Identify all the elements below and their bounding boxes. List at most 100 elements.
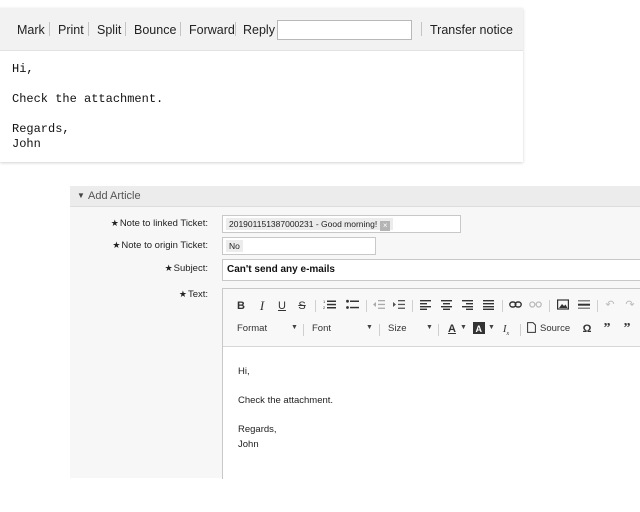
quote-icon[interactable]: ”: [620, 322, 634, 336]
editor-line-blank: [238, 380, 333, 395]
font-dropdown[interactable]: Font: [312, 323, 331, 334]
format-dropdown[interactable]: Format: [237, 323, 267, 334]
rich-text-editor: B I U S 12 ↶ ↷ Format ▼ Font ▼ Size ▼ A …: [222, 288, 640, 479]
divider: [412, 300, 413, 312]
text-label: ★Text:: [179, 289, 208, 300]
divider: [549, 300, 550, 312]
divider: [180, 22, 181, 36]
text-label-text: Text:: [187, 289, 208, 300]
text-color-icon[interactable]: A: [445, 322, 459, 336]
size-dropdown[interactable]: Size: [388, 323, 406, 334]
add-article-title: Add Article: [88, 190, 141, 202]
add-article-header[interactable]: ▼ Add Article: [70, 186, 640, 207]
editor-line: John: [238, 438, 259, 450]
divider: [520, 324, 521, 336]
editor-line: Regards,: [238, 424, 277, 435]
source-icon[interactable]: [526, 322, 536, 336]
note-origin-label-text: Note to origin Ticket:: [121, 240, 208, 251]
link-icon[interactable]: [508, 299, 522, 313]
underline-icon[interactable]: U: [276, 299, 288, 313]
editor-toolbar: B I U S 12 ↶ ↷ Format ▼ Font ▼ Size ▼ A …: [223, 289, 640, 347]
divider: [379, 324, 380, 336]
subject-field[interactable]: Can't send any e-mails: [222, 259, 640, 281]
remove-format-icon[interactable]: Ix: [499, 322, 513, 337]
mark-action[interactable]: Mark: [17, 23, 45, 37]
bulleted-list-icon[interactable]: [345, 299, 359, 313]
article-line: Hi,: [12, 62, 34, 76]
undo-icon[interactable]: ↶: [603, 298, 617, 312]
asterisk-icon: ★: [178, 289, 187, 299]
article-line: Check the attachment.: [12, 92, 164, 106]
divider: [303, 324, 304, 336]
source-button[interactable]: Source: [540, 323, 570, 334]
triangle-down-icon[interactable]: ▼: [77, 191, 85, 200]
reply-action[interactable]: Reply: [243, 23, 275, 37]
align-center-icon[interactable]: [439, 299, 453, 313]
add-article-panel: ▼ Add Article ★Note to linked Ticket: 20…: [70, 186, 640, 479]
editor-line: Check the attachment.: [238, 395, 334, 406]
note-linked-label: ★Note to linked Ticket:: [111, 218, 208, 229]
horizontal-rule-icon[interactable]: [577, 299, 591, 313]
note-linked-field[interactable]: 201901151387000231 - Good morning! ×: [222, 215, 461, 233]
editor-line: Hi,: [238, 366, 250, 377]
svg-text:A: A: [476, 324, 483, 334]
article-action-bar: Mark Print Split Bounce Forward Reply Tr…: [0, 8, 523, 51]
divider: [438, 324, 439, 336]
special-character-icon[interactable]: Ω: [580, 322, 594, 336]
note-origin-field[interactable]: No: [222, 237, 376, 255]
note-origin-label: ★Note to origin Ticket:: [112, 240, 208, 251]
asterisk-icon: ★: [164, 263, 173, 273]
italic-icon[interactable]: I: [256, 299, 268, 313]
chevron-down-icon: ▼: [366, 324, 373, 331]
bounce-action[interactable]: Bounce: [134, 23, 176, 37]
outdent-icon[interactable]: [372, 299, 386, 313]
blockquote-icon[interactable]: ”: [600, 322, 614, 336]
background-color-icon[interactable]: A: [472, 322, 486, 336]
subject-value: Can't send any e-mails: [227, 264, 335, 275]
divider: [315, 300, 316, 312]
editor-line-blank: [238, 409, 333, 424]
divider: [366, 300, 367, 312]
editor-content[interactable]: Hi, Check the attachment. Regards, John: [238, 365, 333, 452]
chevron-down-icon: ▼: [460, 324, 467, 331]
align-right-icon[interactable]: [460, 299, 474, 313]
redo-icon[interactable]: ↷: [623, 298, 637, 312]
close-icon[interactable]: ×: [380, 221, 391, 231]
article-line: Regards,: [12, 122, 70, 136]
asterisk-icon: ★: [110, 218, 119, 228]
svg-text:2: 2: [323, 305, 326, 310]
image-icon[interactable]: [556, 299, 570, 313]
forward-action[interactable]: Forward: [189, 23, 235, 37]
strikethrough-icon[interactable]: S: [296, 299, 308, 313]
split-action[interactable]: Split: [97, 23, 121, 37]
article-line: John: [12, 137, 41, 151]
unlink-icon[interactable]: [528, 299, 542, 313]
reply-template-select[interactable]: [277, 20, 412, 40]
align-left-icon[interactable]: [418, 299, 432, 313]
chevron-down-icon: ▼: [426, 324, 433, 331]
chevron-down-icon: ▼: [291, 324, 298, 331]
note-origin-value: No: [226, 240, 243, 252]
divider: [421, 22, 422, 36]
article-panel: Mark Print Split Bounce Forward Reply Tr…: [0, 8, 523, 162]
linked-ticket-value: 201901151387000231 - Good morning!: [229, 219, 378, 229]
chevron-down-icon: ▼: [488, 324, 495, 331]
divider: [597, 300, 598, 312]
bold-icon[interactable]: B: [235, 299, 247, 313]
print-action[interactable]: Print: [58, 23, 84, 37]
divider: [235, 22, 236, 36]
subject-label: ★Subject:: [165, 263, 208, 274]
article-body: Hi, Check the attachment. Regards, John: [12, 62, 163, 152]
transfer-notice-action[interactable]: Transfer notice: [430, 23, 513, 37]
indent-icon[interactable]: [392, 299, 406, 313]
divider: [125, 22, 126, 36]
asterisk-icon: ★: [112, 240, 121, 250]
numbered-list-icon[interactable]: 12: [322, 299, 336, 313]
subject-label-text: Subject:: [173, 263, 208, 274]
divider: [88, 22, 89, 36]
linked-ticket-tag: 201901151387000231 - Good morning! ×: [226, 218, 394, 231]
align-justify-icon[interactable]: [481, 299, 495, 313]
note-linked-label-text: Note to linked Ticket:: [119, 218, 208, 229]
divider: [49, 22, 50, 36]
svg-text:1: 1: [323, 299, 326, 304]
